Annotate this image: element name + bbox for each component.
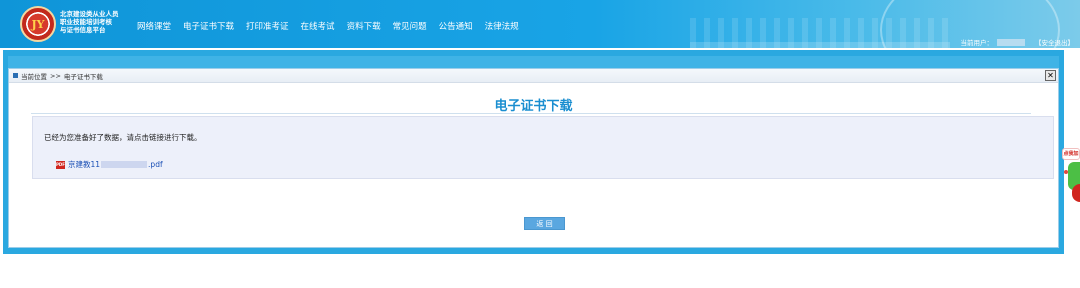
- nav-materials-download[interactable]: 资料下载: [347, 20, 381, 32]
- nav-online-exam[interactable]: 在线考试: [301, 20, 335, 32]
- nav-faq[interactable]: 常见问题: [393, 20, 427, 32]
- location-icon: [13, 73, 18, 78]
- nav-laws[interactable]: 法律法规: [485, 20, 519, 32]
- file-name-suffix[interactable]: .pdf: [148, 160, 163, 169]
- nav-certificate-download[interactable]: 电子证书下载: [183, 20, 234, 32]
- current-user-label: 当前用户：: [960, 39, 994, 47]
- logo-text: JY: [31, 17, 45, 31]
- nav-online-class[interactable]: 网络课堂: [137, 20, 171, 32]
- nav-announcements[interactable]: 公告通知: [439, 20, 473, 32]
- download-info-box: 已经为您准备好了数据，请点击链接进行下载。 PDF 京建教11 .pdf: [32, 116, 1054, 179]
- site-title-line-2: 职业技能培训考核: [60, 18, 112, 26]
- breadcrumb-separator: >>: [50, 71, 61, 80]
- site-title-line-3: 与证书信息平台: [60, 26, 106, 34]
- site-logo[interactable]: JY: [20, 6, 56, 42]
- certificate-file-link[interactable]: PDF 京建教11 .pdf: [56, 159, 163, 170]
- page-title: 电子证书下载: [494, 99, 573, 114]
- close-icon[interactable]: ✕: [1045, 70, 1056, 81]
- file-name-prefix[interactable]: 京建教11: [68, 159, 100, 170]
- breadcrumb: 当前位置 >> 电子证书下载: [9, 69, 1058, 83]
- pdf-icon: PDF: [56, 160, 65, 169]
- content-frame: 当前位置 >> 电子证书下载 ✕ 电子证书下载 已经为您准备好了数据，请点击链接…: [3, 50, 1064, 254]
- nav-print-admission-ticket[interactable]: 打印准考证: [246, 20, 289, 32]
- logout-link[interactable]: 【安全退出】: [1035, 37, 1074, 47]
- float-red-tab[interactable]: [1072, 184, 1080, 202]
- top-header: JY 北京建设类从业人员 职业技能培训考核 与证书信息平台 网络课堂 电子证书下…: [0, 0, 1080, 48]
- info-message: 已经为您准备好了数据，请点击链接进行下载。: [44, 133, 202, 142]
- breadcrumb-current: 电子证书下载: [63, 72, 103, 81]
- heading-divider: [31, 113, 1031, 114]
- content-panel: 当前位置 >> 电子证书下载 ✕ 电子证书下载 已经为您准备好了数据，请点击链接…: [8, 68, 1059, 248]
- redacted-file-id: [101, 161, 148, 168]
- site-title: 北京建设类从业人员 职业技能培训考核 与证书信息平台: [60, 10, 130, 34]
- back-button[interactable]: 返 回: [524, 217, 565, 230]
- floating-service-widget[interactable]: 点我加: [1062, 148, 1080, 204]
- redacted-username: [997, 38, 1025, 46]
- float-badge[interactable]: 点我加: [1062, 148, 1080, 160]
- site-title-line-1: 北京建设类从业人员: [60, 10, 119, 18]
- user-area: 当前用户： 【安全退出】: [960, 37, 1074, 47]
- main-nav: 网络课堂 电子证书下载 打印准考证 在线考试 资料下载 常见问题 公告通知 法律…: [137, 20, 531, 32]
- breadcrumb-prefix: 当前位置: [21, 72, 47, 81]
